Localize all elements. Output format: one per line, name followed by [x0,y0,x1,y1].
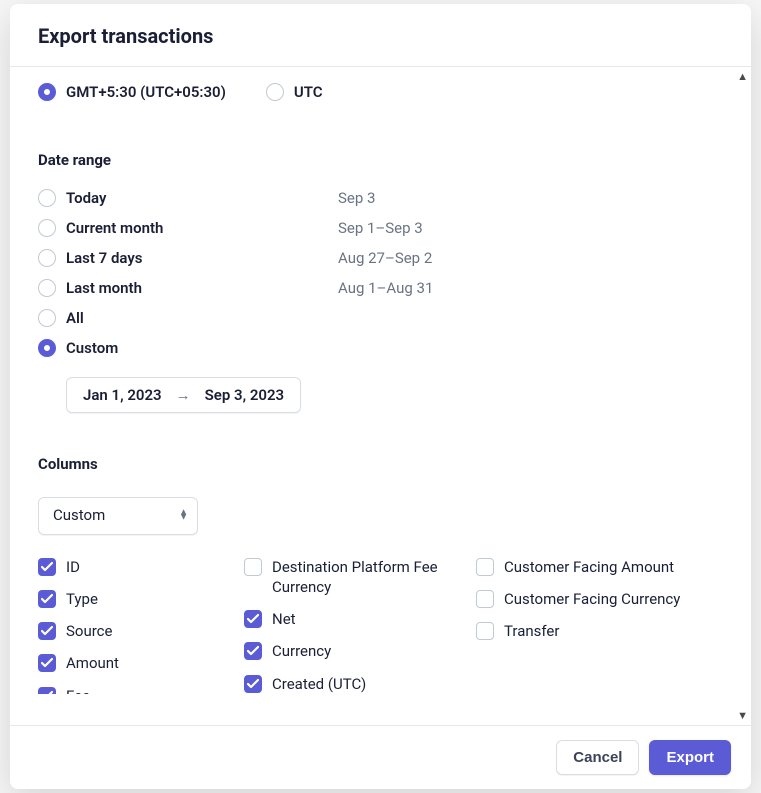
date-range-row-all[interactable]: All [38,303,723,333]
date-range-label: Last month [66,279,142,297]
column-label: Type [66,589,98,609]
modal-footer: Cancel Export [10,725,751,789]
columns-preset-value: Custom [53,506,105,524]
date-range-label: All [66,309,84,327]
timezone-label: UTC [294,83,323,101]
checkbox-icon [244,675,262,693]
timezone-options: GMT+5:30 (UTC+05:30) UTC [38,83,723,101]
checkbox-icon [476,558,494,576]
date-range-title: Date range [38,151,723,169]
cancel-button[interactable]: Cancel [556,740,639,775]
radio-icon [38,83,56,101]
column-label: Net [272,609,296,629]
columns-preset-select[interactable]: Custom [38,497,198,535]
column-label: Customer Facing Currency [504,589,680,609]
radio-icon [38,249,56,267]
date-range-row-today[interactable]: Today Sep 3 [38,183,723,213]
column-label: Destination Platform Fee Currency [272,557,476,598]
column-label: Fee [66,686,90,694]
radio-icon [38,309,56,327]
date-range-row-current-month[interactable]: Current month Sep 1–Sep 3 [38,213,723,243]
column-label: Amount [66,653,119,673]
export-button[interactable]: Export [649,740,731,775]
column-label: Source [66,621,112,641]
checkbox-icon [476,590,494,608]
date-range-value: Sep 1–Sep 3 [338,219,423,237]
column-label: Transfer [504,621,559,641]
radio-icon [38,189,56,207]
column-label: ID [66,557,80,577]
date-range-label: Current month [66,219,163,237]
column-checkbox-transfer[interactable]: Transfer [476,621,708,641]
checkbox-icon [38,687,56,694]
checkbox-icon [244,642,262,660]
column-label: Created (UTC) [272,674,366,694]
date-range-row-last-7-days[interactable]: Last 7 days Aug 27–Sep 2 [38,243,723,273]
date-range-label: Custom [66,339,118,357]
modal-header: Export transactions [10,4,751,67]
columns-grid: ID Type Source Amount [38,557,723,694]
date-range-label: Today [66,189,106,207]
column-checkbox-type[interactable]: Type [38,589,244,609]
date-range-value: Sep 3 [338,189,375,207]
date-range-row-last-month[interactable]: Last month Aug 1–Aug 31 [38,273,723,303]
modal-body[interactable]: ▲ GMT+5:30 (UTC+05:30) UTC Date range To… [10,67,751,725]
timezone-label: GMT+5:30 (UTC+05:30) [66,83,226,101]
date-range-options: Today Sep 3 Current month Sep 1–Sep 3 La… [38,183,723,363]
date-range-label: Last 7 days [66,249,143,267]
columns-section: Columns Custom ▲▼ ID [38,455,723,694]
custom-date-range-input[interactable]: Jan 1, 2023 → Sep 3, 2023 [66,377,301,413]
custom-start-date: Jan 1, 2023 [83,386,162,404]
columns-title: Columns [38,455,723,473]
column-checkbox-customer-facing-currency[interactable]: Customer Facing Currency [476,589,708,609]
export-modal: Export transactions ▲ GMT+5:30 (UTC+05:3… [10,4,751,789]
arrow-right-icon: → [176,386,191,404]
checkbox-icon [38,590,56,608]
radio-icon [38,219,56,237]
radio-icon [38,279,56,297]
column-label: Customer Facing Amount [504,557,674,577]
custom-end-date: Sep 3, 2023 [205,386,285,404]
checkbox-icon [476,622,494,640]
column-checkbox-destination-platform-fee-currency[interactable]: Destination Platform Fee Currency [244,557,476,598]
checkbox-icon [38,622,56,640]
column-checkbox-amount[interactable]: Amount [38,653,244,673]
checkbox-icon [244,610,262,628]
radio-icon [266,83,284,101]
checkbox-icon [38,654,56,672]
column-checkbox-currency[interactable]: Currency [244,641,476,661]
column-checkbox-fee[interactable]: Fee [38,686,244,694]
column-checkbox-net[interactable]: Net [244,609,476,629]
timezone-option-gmt530[interactable]: GMT+5:30 (UTC+05:30) [38,83,226,101]
checkbox-icon [244,558,262,576]
timezone-option-utc[interactable]: UTC [266,83,323,101]
scroll-up-icon[interactable]: ▲ [737,71,748,82]
radio-icon [38,339,56,357]
date-range-row-custom[interactable]: Custom [38,333,723,363]
column-label: Currency [272,641,331,661]
column-checkbox-source[interactable]: Source [38,621,244,641]
date-range-value: Aug 27–Sep 2 [338,249,432,267]
modal-title: Export transactions [38,24,723,48]
column-checkbox-created-utc[interactable]: Created (UTC) [244,674,476,694]
date-range-value: Aug 1–Aug 31 [338,279,433,297]
column-checkbox-id[interactable]: ID [38,557,244,577]
column-checkbox-customer-facing-amount[interactable]: Customer Facing Amount [476,557,708,577]
scroll-down-icon[interactable]: ▼ [737,710,748,721]
checkbox-icon [38,558,56,576]
